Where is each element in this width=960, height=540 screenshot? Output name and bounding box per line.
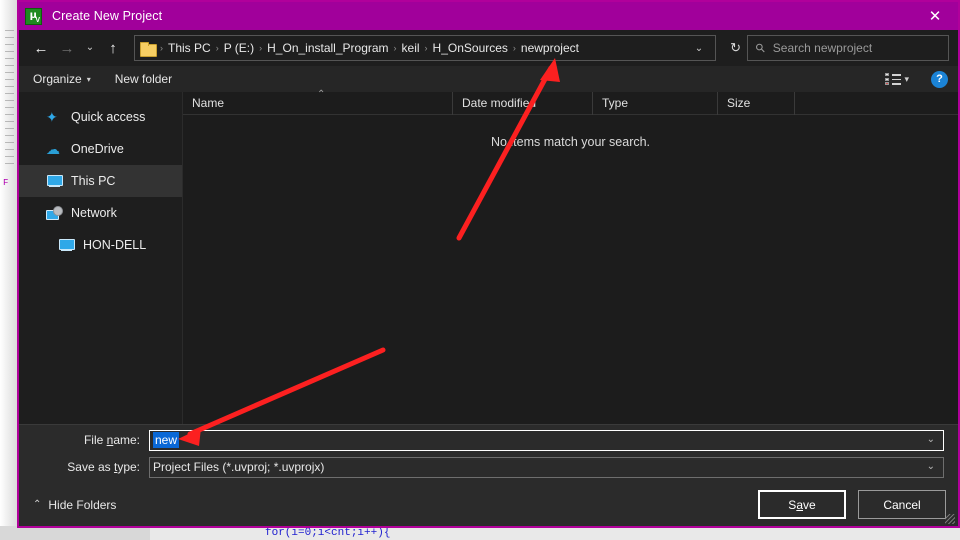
new-folder-label: New folder	[114, 72, 173, 86]
breadcrumb: › This PC › P (E:) › H_On_install_Progra…	[159, 41, 685, 55]
column-header-label: Type	[602, 96, 629, 110]
file-name-input[interactable]: new ⌄	[149, 429, 944, 451]
hide-folders-button[interactable]: ⌃ Hide Folders	[33, 498, 116, 512]
organize-button[interactable]: Organize ▾	[33, 72, 91, 86]
save-as-type-value: Project Files (*.uvproj; *.uvprojx)	[153, 460, 325, 474]
new-folder-button[interactable]: New folder	[115, 72, 172, 86]
column-header-type[interactable]: Type	[593, 91, 718, 115]
dialog-titlebar: µV Create New Project ✕	[19, 2, 958, 30]
sidebar-item-label: OneDrive	[71, 142, 124, 156]
chevron-down-icon[interactable]: ⌄	[927, 462, 935, 472]
address-chevron-down-icon[interactable]: ⌄	[685, 43, 713, 54]
background-marker: F	[3, 178, 9, 188]
sidebar-item-this-pc[interactable]: This PC	[19, 165, 182, 197]
background-scrollbar	[5, 30, 14, 170]
file-name-label-post: ame:	[113, 433, 140, 447]
create-new-project-dialog: µV Create New Project ✕ ← → ⌄ ↑ › This P…	[17, 0, 960, 528]
close-icon[interactable]: ✕	[912, 2, 958, 30]
save-label-pre: S	[788, 497, 797, 512]
cancel-button[interactable]: Cancel	[858, 490, 946, 519]
column-header-date-modified[interactable]: Date modified	[453, 91, 593, 115]
file-list[interactable]: No items match your search.	[183, 115, 958, 424]
address-bar[interactable]: › This PC › P (E:) › H_On_install_Progra…	[134, 35, 717, 61]
breadcrumb-item-h-onsources[interactable]: H_OnSources	[429, 41, 512, 55]
computer-icon	[58, 238, 75, 253]
sort-ascending-icon: ⌃	[317, 88, 326, 100]
dialog-footer: ⌃ Hide Folders Sa ve Cancel	[19, 482, 958, 526]
breadcrumb-item-keil[interactable]: keil	[398, 41, 424, 55]
star-icon: ✦	[46, 108, 58, 125]
breadcrumb-item-this-pc[interactable]: This PC	[164, 41, 215, 55]
up-button[interactable]: ↑	[100, 35, 126, 61]
background-editor-strip: for(i=0;i<cnt;i++){	[0, 526, 960, 540]
folder-icon	[140, 41, 157, 57]
refresh-icon[interactable]: ↻	[724, 40, 747, 56]
column-header-label: Name	[192, 96, 225, 110]
hide-folders-label: Hide Folders	[48, 497, 117, 512]
search-placeholder: Search newproject	[772, 41, 873, 55]
file-name-label: File name:	[33, 433, 149, 447]
resize-grip[interactable]	[945, 514, 955, 524]
sidebar-item-onedrive[interactable]: ☁ OneDrive	[19, 133, 182, 165]
screen-root: F for(i=0;i<cnt;i++){ µV Create New Proj…	[0, 0, 960, 540]
column-header-label: Size	[727, 96, 751, 110]
breadcrumb-item-h-on-install-program[interactable]: H_On_install_Program	[263, 41, 392, 55]
column-header-size[interactable]: Size	[718, 91, 795, 115]
file-name-value: new	[153, 432, 180, 448]
network-icon	[46, 205, 63, 221]
background-code-line: for(i=0;i<cnt;i++){	[265, 527, 391, 538]
footer-button-group: Sa ve Cancel	[758, 490, 946, 519]
sidebar-item-label: Network	[71, 206, 117, 220]
column-header-label: Date modified	[462, 96, 537, 110]
file-name-row: File name: new ⌄	[33, 429, 944, 451]
chevron-down-icon: ▾	[86, 74, 91, 84]
help-icon[interactable]: ?	[931, 70, 948, 88]
save-as-type-select[interactable]: Project Files (*.uvproj; *.uvprojx) ⌄	[149, 456, 944, 478]
navigation-sidebar: ✦ Quick access ☁ OneDrive This PC Networ…	[19, 92, 183, 424]
file-list-pane: Name ⌃ Date modified Type Size No items …	[183, 88, 958, 424]
toolbar-right-group: ▾ ?	[885, 66, 948, 92]
sidebar-item-network[interactable]: Network	[19, 197, 182, 229]
command-toolbar: Organize ▾ New folder ▾ ?	[19, 66, 958, 92]
breadcrumb-item-newproject[interactable]: newproject	[517, 41, 583, 55]
sidebar-item-label: HON-DELL	[83, 238, 147, 252]
navigation-bar: ← → ⌄ ↑ › This PC › P (E:) › H_On_instal…	[19, 30, 958, 66]
keil-uvision-icon: µV	[25, 7, 42, 25]
chevron-up-icon: ⌃	[33, 499, 42, 510]
recent-locations-chevron-down-icon[interactable]: ⌄	[80, 35, 100, 61]
sidebar-item-hon-dell[interactable]: HON-DELL	[19, 229, 182, 261]
dialog-title: Create New Project	[52, 9, 163, 23]
save-as-type-label-pre: Save as	[67, 460, 114, 474]
cloud-icon: ☁	[46, 140, 60, 157]
save-label-post: ve	[803, 497, 816, 512]
background-editor-line-gutter	[0, 526, 150, 540]
chevron-down-icon[interactable]: ⌄	[927, 435, 935, 445]
save-label-mnemonic: a	[796, 497, 803, 512]
back-button[interactable]: ←	[28, 35, 54, 61]
save-form: File name: new ⌄ Save as type: Project F…	[19, 424, 958, 482]
save-as-type-label-post: ype:	[117, 460, 140, 474]
view-chevron-down-icon[interactable]: ▾	[904, 74, 909, 85]
save-button[interactable]: Sa ve	[758, 490, 846, 519]
column-header-row: Name ⌃ Date modified Type Size	[183, 88, 958, 115]
column-header-name[interactable]: Name ⌃	[183, 88, 453, 115]
view-layout-icon[interactable]	[885, 73, 902, 85]
empty-list-message: No items match your search.	[490, 135, 651, 149]
search-icon: ⚲	[752, 39, 769, 57]
search-input[interactable]: ⚲ Search newproject	[747, 35, 949, 61]
organize-label: Organize	[33, 72, 82, 86]
dialog-body: ✦ Quick access ☁ OneDrive This PC Networ…	[19, 88, 958, 424]
sidebar-item-quick-access[interactable]: ✦ Quick access	[19, 101, 182, 133]
file-name-label-pre: File	[83, 433, 107, 447]
computer-icon	[46, 174, 63, 189]
breadcrumb-item-p-drive[interactable]: P (E:)	[220, 41, 258, 55]
sidebar-item-label: This PC	[71, 174, 116, 188]
save-as-type-row: Save as type: Project Files (*.uvproj; *…	[33, 456, 944, 478]
sidebar-item-label: Quick access	[71, 110, 146, 124]
save-as-type-label: Save as type:	[33, 460, 149, 474]
forward-button[interactable]: →	[54, 35, 80, 61]
